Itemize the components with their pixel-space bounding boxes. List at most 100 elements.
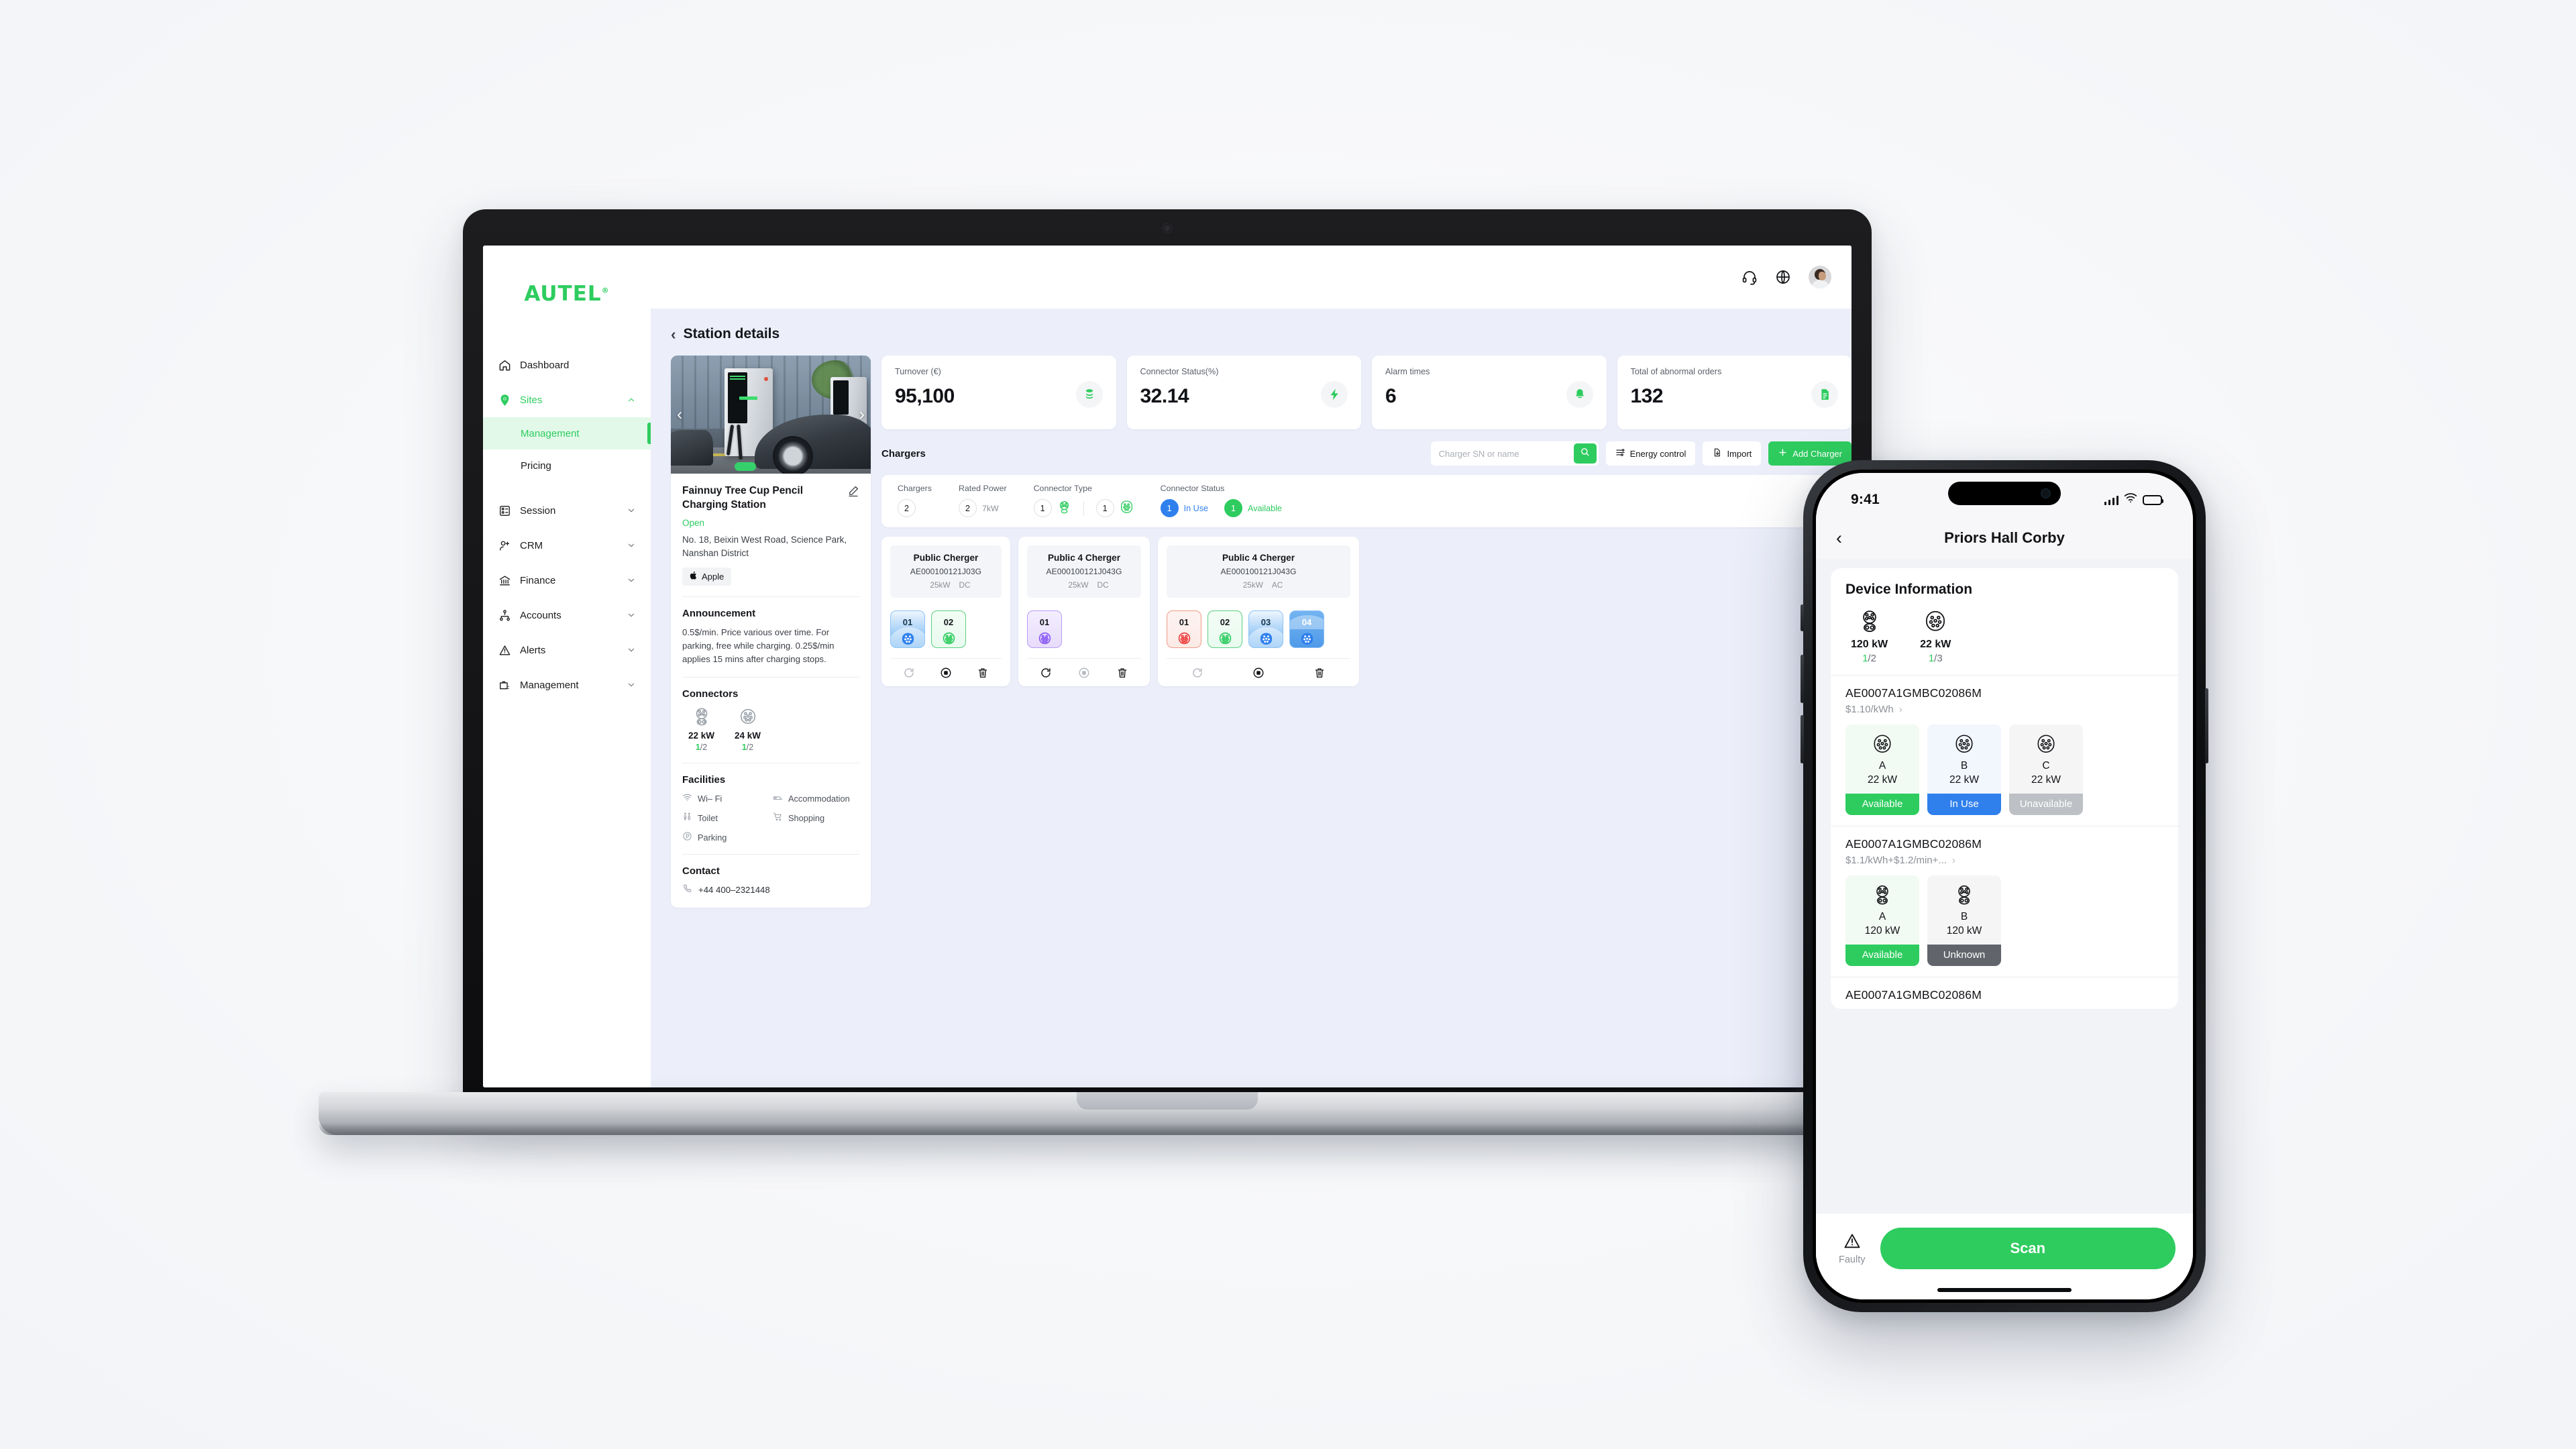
connector-total: /2 <box>746 743 754 753</box>
bed-icon <box>773 792 783 804</box>
page-title: Station details <box>683 326 780 341</box>
device-used: 1 <box>1928 653 1935 664</box>
plug-status-badge: Available <box>1845 945 1919 966</box>
sidebar-item-crm[interactable]: CRM <box>483 528 651 563</box>
back-button[interactable]: ‹ <box>671 326 676 342</box>
charger-header: Public Cherger AE000100121J03G 25kW DC <box>890 545 1002 598</box>
phone-plug[interactable]: A 22 kW Available <box>1845 724 1919 815</box>
charger-card[interactable]: Public 4 Cherger AE000100121J043G 25kW DC <box>1018 537 1150 686</box>
charger-card[interactable]: Public Cherger AE000100121J03G 25kW DC 0… <box>881 537 1010 686</box>
plus-icon <box>1778 447 1788 460</box>
wifi-icon <box>2124 493 2137 506</box>
top-bar <box>651 246 1851 309</box>
faulty-button[interactable]: Faulty <box>1839 1232 1866 1266</box>
type2-connector-icon <box>1953 733 1976 755</box>
phone-volume-up-button[interactable] <box>1801 655 1804 703</box>
connector-tile[interactable]: 01 <box>1167 610 1201 648</box>
search-icon <box>1580 447 1590 460</box>
photo-wheel <box>774 437 811 474</box>
facility-parking: Parking <box>682 831 769 843</box>
plug-top: C 22 kW <box>2009 724 2083 794</box>
energy-control-button[interactable]: Energy control <box>1605 441 1696 466</box>
filter-connector-type: Connector Type 1 1 <box>1033 484 1161 517</box>
connector-tile[interactable]: 02 <box>1208 610 1242 648</box>
station-status: Open <box>682 518 705 529</box>
kpi-row: Turnover (€) 95,100 Connector Status(%) <box>881 356 1851 429</box>
refresh-icon[interactable] <box>1040 667 1052 679</box>
phone-volume-down-button[interactable] <box>1801 715 1804 763</box>
delete-icon[interactable] <box>1116 667 1128 679</box>
connector-power: 24 kW <box>735 731 761 741</box>
phone-scroll-area[interactable]: Device Information 120 kW 1/2 22 kW 1/3 … <box>1816 559 2193 1299</box>
scan-button[interactable]: Scan <box>1880 1228 2176 1269</box>
phone-plug[interactable]: A 120 kW Available <box>1845 875 1919 966</box>
edit-pencil-icon[interactable] <box>847 485 859 497</box>
contact-phone[interactable]: +44 400–2321448 <box>698 885 770 895</box>
device-total: /2 <box>1868 653 1876 664</box>
sidebar-item-label: Session <box>520 504 556 517</box>
plug-id: C <box>2042 760 2050 771</box>
kpi-value: 32.14 <box>1140 385 1189 407</box>
sidebar-item-sites[interactable]: Sites <box>483 382 651 417</box>
sidebar-item-label: Alerts <box>520 644 546 656</box>
connector-tile[interactable]: 01 <box>1027 610 1062 648</box>
divider <box>682 596 859 598</box>
station-body: Fainnuy Tree Cup Pencil Charging Station… <box>671 474 871 908</box>
globe-icon[interactable] <box>1775 269 1791 285</box>
sidebar-item-management-2[interactable]: Management <box>483 667 651 702</box>
connector-number: 01 <box>902 617 913 627</box>
sidebar-item-label: Sites <box>520 394 543 406</box>
stop-icon[interactable] <box>1252 667 1265 679</box>
import-label: Import <box>1727 448 1752 459</box>
sidebar-item-finance[interactable]: Finance <box>483 563 651 598</box>
sidebar-subitem-label: Pricing <box>521 460 551 472</box>
phone-power-button[interactable] <box>2205 688 2208 763</box>
search-button[interactable] <box>1573 443 1597 464</box>
stop-icon[interactable] <box>1078 667 1090 679</box>
scene: AUTEL® Dashboard Sites Management Pricin… <box>0 0 2576 1449</box>
phone-charger-price-row[interactable]: $1.10/kWh › <box>1845 704 2163 715</box>
phone-back-button[interactable]: ‹ <box>1836 529 1842 547</box>
phone-plug[interactable]: B 22 kW In Use <box>1927 724 2001 815</box>
delete-icon[interactable] <box>1313 667 1326 679</box>
kpi-abnormal-orders: Total of abnormal orders 132 <box>1617 356 1851 429</box>
connector-number: 04 <box>1301 617 1312 627</box>
connector-tile[interactable]: 01 <box>890 610 925 648</box>
kpi-label: Alarm times <box>1385 367 1430 376</box>
photo-prev-arrow[interactable]: ‹ <box>677 405 682 425</box>
refresh-icon[interactable] <box>903 667 915 679</box>
search-input[interactable] <box>1430 441 1574 466</box>
stop-icon[interactable] <box>940 667 952 679</box>
sidebar-item-alerts[interactable]: Alerts <box>483 633 651 667</box>
sidebar-item-dashboard[interactable]: Dashboard <box>483 347 651 382</box>
connector-tile[interactable]: 02 <box>931 610 966 648</box>
avatar[interactable] <box>1809 266 1831 288</box>
phone-mute-switch[interactable] <box>1801 604 1804 631</box>
photo-car-left <box>671 429 713 466</box>
sidebar-item-session[interactable]: Session <box>483 493 651 528</box>
refresh-icon[interactable] <box>1191 667 1203 679</box>
phone-bezel: 9:41 ‹ Priors Hall Corby Device Informat… <box>1813 470 2196 1303</box>
headset-icon[interactable] <box>1741 269 1758 285</box>
photo-next-arrow[interactable]: › <box>859 405 865 425</box>
sidebar-item-management[interactable]: Management <box>483 417 651 449</box>
phone-plug[interactable]: C 22 kW Unavailable <box>2009 724 2083 815</box>
import-button[interactable]: Import <box>1703 441 1762 466</box>
kpi-value: 132 <box>1630 385 1664 407</box>
sidebar-item-accounts[interactable]: Accounts <box>483 598 651 633</box>
plug-id: B <box>1960 760 1968 771</box>
phone-frame: 9:41 ‹ Priors Hall Corby Device Informat… <box>1801 460 2208 1312</box>
charger-card[interactable]: Public 4 Cherger AE000100121J043G 25kW AC <box>1158 537 1359 686</box>
phone-charger-price-row[interactable]: $1.1/kWh+$1.2/min+... › <box>1845 855 2163 866</box>
status-count-available: 1 <box>1224 499 1243 517</box>
delete-icon[interactable] <box>977 667 989 679</box>
plug-id: A <box>1878 911 1886 922</box>
connector-tile[interactable]: 03 <box>1248 610 1283 648</box>
phone-plug[interactable]: B 120 kW Unknown <box>1927 875 2001 966</box>
kpi-alarm-times: Alarm times 6 <box>1372 356 1607 429</box>
connector-tile[interactable]: 04 <box>1289 610 1324 648</box>
station-title: Fainnuy Tree Cup Pencil Charging Station <box>682 485 804 511</box>
sidebar-item-pricing[interactable]: Pricing <box>483 449 651 482</box>
charger-sn: AE000100121J043G <box>1220 567 1297 576</box>
sidebar-item-label: Dashboard <box>520 359 570 371</box>
